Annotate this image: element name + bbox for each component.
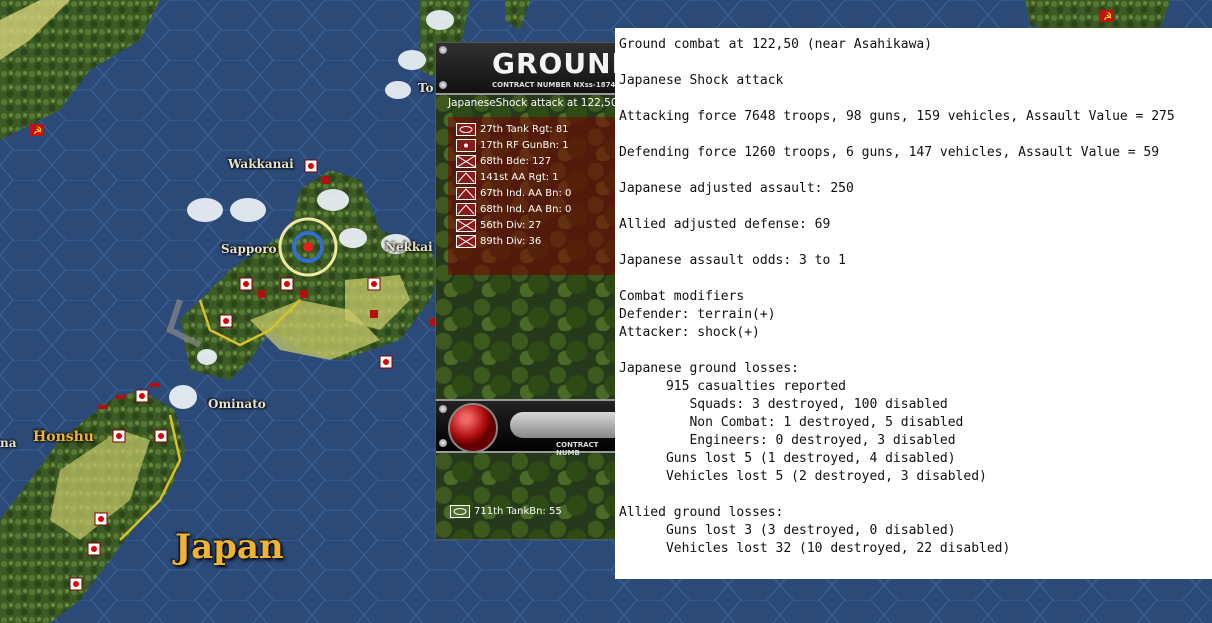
report-line: Engineers: 0 destroyed, 3 disabled [619, 433, 956, 448]
unit-label: 711th TankBn: 55 [474, 506, 562, 517]
report-spacer [619, 234, 1212, 252]
artillery-unit-icon [456, 139, 476, 152]
combat-control-bar: CONTRACT NUMB [436, 399, 621, 457]
list-item[interactable]: 141st AA Rgt: 1 [456, 171, 559, 185]
unit-label: 68th Ind. AA Bn: 0 [480, 204, 572, 215]
list-item[interactable]: 56th Div: 27 [456, 219, 541, 233]
contract-number-partial: CONTRACT NUMB [556, 441, 599, 457]
report-line: Defending force 1260 troops, 6 guns, 147… [619, 145, 1160, 160]
map-label-partial-to: To [418, 81, 434, 95]
unit-label: 27th Tank Rgt: 81 [480, 124, 569, 135]
unit-label: 89th Div: 36 [480, 236, 542, 247]
red-close-button[interactable] [448, 403, 498, 453]
tank-unit-icon [456, 123, 476, 136]
report-spacer [619, 126, 1212, 144]
unit-label: 141st AA Rgt: 1 [480, 172, 559, 183]
report-line: Allied adjusted defense: 69 [619, 217, 831, 232]
report-spacer [619, 54, 1212, 72]
report-line: Vehicles lost 32 (10 destroyed, 22 disab… [619, 541, 1011, 556]
ground-title: GROUND [492, 47, 622, 80]
report-line: Non Combat: 1 destroyed, 5 disabled [619, 415, 964, 430]
contract-number: CONTRACT NUMBER NXss-18743 [492, 81, 621, 89]
attacking-units-list: 27th Tank Rgt: 81 17th RF GunBn: 1 68th … [448, 117, 620, 275]
tank-unit-icon [450, 505, 470, 518]
report-spacer [619, 486, 1212, 504]
report-spacer [619, 90, 1212, 108]
report-line: Vehicles lost 5 (2 destroyed, 3 disabled… [619, 469, 987, 484]
infantry-unit-icon [456, 219, 476, 232]
list-item[interactable]: 68th Ind. AA Bn: 0 [456, 203, 571, 217]
combat-animation-panel: GROUND CONTRACT NUMBER NXss-18743 Japane… [435, 42, 622, 540]
aa-unit-icon [456, 187, 476, 200]
slot-indicator [510, 412, 621, 438]
report-spacer [619, 270, 1212, 288]
map-label-japan: Japan [175, 527, 284, 567]
report-line: Ground combat at 122,50 (near Asahikawa) [619, 37, 933, 52]
svg-text:☭: ☭ [1103, 12, 1112, 23]
report-spacer [619, 342, 1212, 360]
report-line: Allied ground losses: [619, 505, 784, 520]
ground-combat-header: GROUND CONTRACT NUMBER NXss-18743 [436, 43, 621, 95]
report-line: Combat modifiers [619, 289, 745, 304]
map-label-ominato: Ominato [208, 397, 266, 411]
list-item[interactable]: 27th Tank Rgt: 81 [456, 123, 569, 137]
report-line: Japanese ground losses: [619, 361, 800, 376]
report-line: Attacking force 7648 troops, 98 guns, 15… [619, 109, 1175, 124]
combat-report-text[interactable]: Ground combat at 122,50 (near Asahikawa)… [615, 28, 1212, 579]
infantry-unit-icon [456, 155, 476, 168]
report-line: Japanese assault odds: 3 to 1 [619, 253, 846, 268]
report-spacer [619, 198, 1212, 216]
report-line: Japanese Shock attack [619, 73, 784, 88]
unit-label: 17th RF GunBn: 1 [480, 140, 569, 151]
attack-subtitle: JapaneseShock attack at 122,50 [448, 97, 618, 109]
aa-unit-icon [456, 203, 476, 216]
list-item[interactable]: 89th Div: 36 [456, 235, 541, 249]
report-line: Guns lost 3 (3 destroyed, 0 disabled) [619, 523, 956, 538]
map-label-honshu: Honshu [33, 429, 94, 445]
map-label-sapporo: Sapporo [221, 242, 277, 256]
report-spacer [619, 162, 1212, 180]
screw-icon [439, 439, 447, 447]
report-line: 915 casualties reported [619, 379, 846, 394]
screw-icon [439, 81, 447, 89]
list-item[interactable]: 68th Bde: 127 [456, 155, 551, 169]
unit-label: 68th Bde: 127 [480, 156, 552, 167]
jungle-background [436, 451, 621, 539]
map-label-nekkai: Nekkai [385, 240, 433, 254]
report-line: Squads: 3 destroyed, 100 disabled [619, 397, 948, 412]
map-label-partial-na: na [0, 436, 17, 450]
svg-text:☭: ☭ [33, 126, 42, 137]
infantry-unit-icon [456, 235, 476, 248]
report-line: Guns lost 5 (1 destroyed, 4 disabled) [619, 451, 956, 466]
unit-label: 56th Div: 27 [480, 220, 542, 231]
defending-unit-row[interactable]: 711th TankBn: 55 [450, 505, 562, 518]
unit-label: 67th Ind. AA Bn: 0 [480, 188, 572, 199]
aa-unit-icon [456, 171, 476, 184]
screw-icon [439, 405, 447, 413]
list-item[interactable]: 17th RF GunBn: 1 [456, 139, 569, 153]
report-line: Defender: terrain(+) [619, 307, 776, 322]
report-line: Japanese adjusted assault: 250 [619, 181, 854, 196]
map-label-wakkanai: Wakkanai [228, 157, 294, 171]
list-item[interactable]: 67th Ind. AA Bn: 0 [456, 187, 571, 201]
report-line: Attacker: shock(+) [619, 325, 760, 340]
screw-icon [439, 46, 447, 54]
